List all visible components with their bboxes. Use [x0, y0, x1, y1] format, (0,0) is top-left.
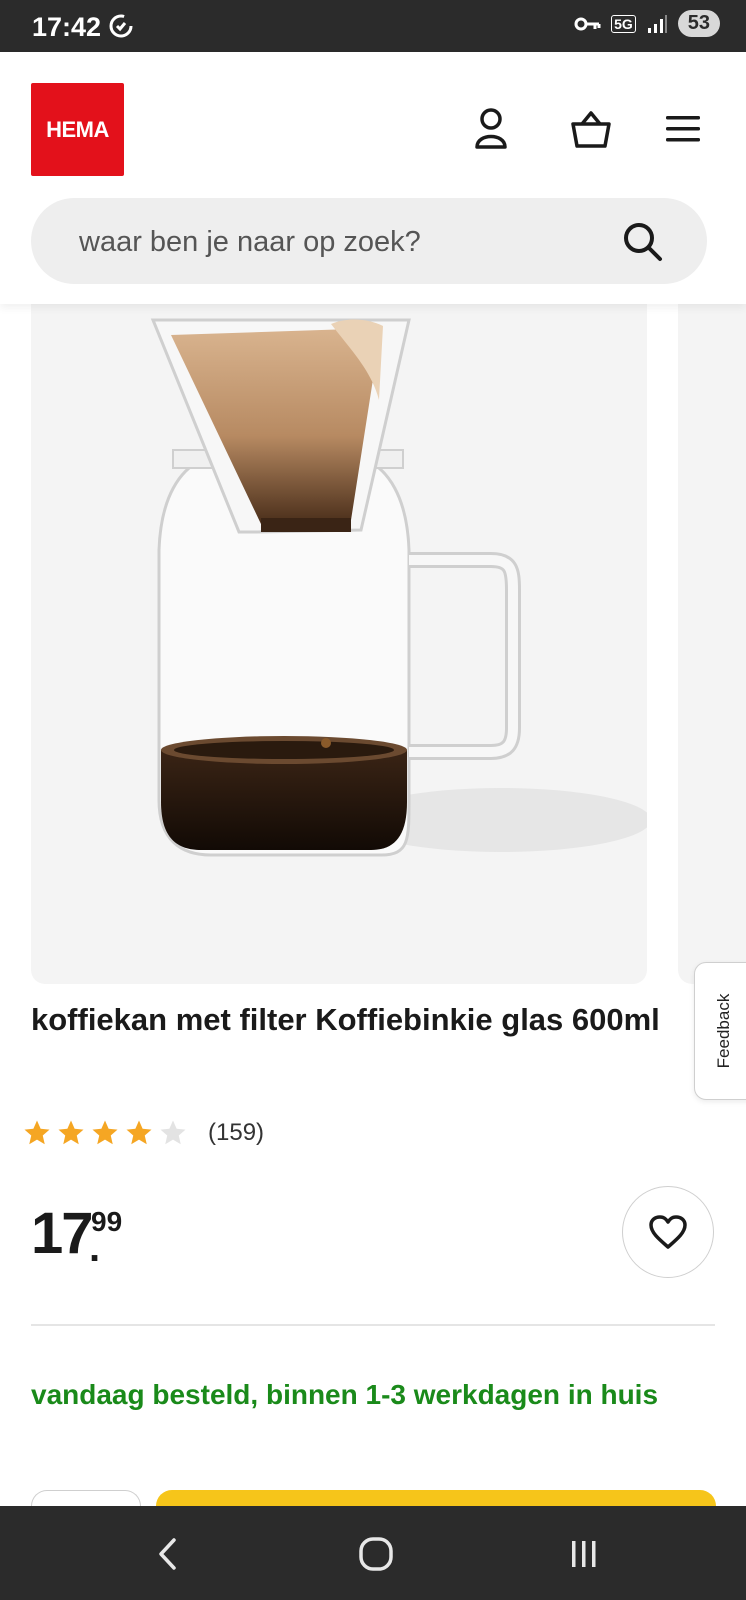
star-filled-icon: [92, 1120, 118, 1145]
signal-icon: [647, 14, 667, 33]
system-nav-bar: [0, 1506, 746, 1600]
search-bar[interactable]: [31, 198, 707, 286]
product-image[interactable]: [31, 280, 647, 984]
favorite-button[interactable]: [622, 1186, 714, 1278]
sync-icon: [109, 14, 133, 38]
next-image-peek[interactable]: [678, 280, 746, 984]
user-icon: [475, 108, 507, 149]
divider: [31, 1324, 715, 1326]
star-filled-icon: [126, 1120, 152, 1145]
account-button[interactable]: [466, 104, 516, 154]
basket-icon: [571, 111, 611, 148]
coffee-pot-image: [150, 318, 647, 857]
hamburger-menu-icon: [666, 116, 700, 142]
heart-icon: [649, 1215, 687, 1249]
product-title: koffiekan met filter Koffiebinkie glas 6…: [31, 1002, 660, 1037]
menu-button[interactable]: [658, 104, 708, 154]
recents-icon: [572, 1541, 596, 1567]
home-icon: [359, 1537, 393, 1571]
battery-level: 53: [677, 10, 720, 37]
price-cents: 99: [91, 1206, 123, 1237]
price-euros: 17: [31, 1201, 93, 1266]
network-type: 5G: [611, 14, 636, 33]
recents-button[interactable]: [562, 1532, 606, 1576]
hema-logo[interactable]: HEMA: [31, 83, 124, 176]
site-header: HEMA: [0, 52, 746, 304]
feedback-label: Feedback: [714, 993, 733, 1069]
search-input[interactable]: [77, 198, 601, 286]
status-time: 17:42: [32, 12, 102, 42]
delivery-info: vandaag besteld, binnen 1-3 werkdagen in…: [31, 1379, 659, 1410]
basket-button[interactable]: [566, 104, 616, 154]
star-empty-icon: [160, 1120, 186, 1145]
search-icon[interactable]: [621, 220, 663, 262]
feedback-tab[interactable]: Feedback: [694, 962, 746, 1100]
product-price: 17 . 99: [31, 1200, 122, 1270]
star-filled-icon: [58, 1120, 84, 1145]
review-count[interactable]: (159): [208, 1119, 264, 1147]
vpn-key-icon: [574, 17, 601, 30]
home-button[interactable]: [354, 1532, 398, 1576]
logo-text: HEMA: [46, 116, 109, 142]
back-icon: [159, 1538, 176, 1570]
status-bar: 17:42 5G 53: [0, 0, 746, 52]
rating-stars: [22, 1118, 188, 1148]
star-filled-icon: [24, 1120, 50, 1145]
back-button[interactable]: [146, 1532, 190, 1576]
product-rating[interactable]: (159): [22, 1118, 264, 1148]
